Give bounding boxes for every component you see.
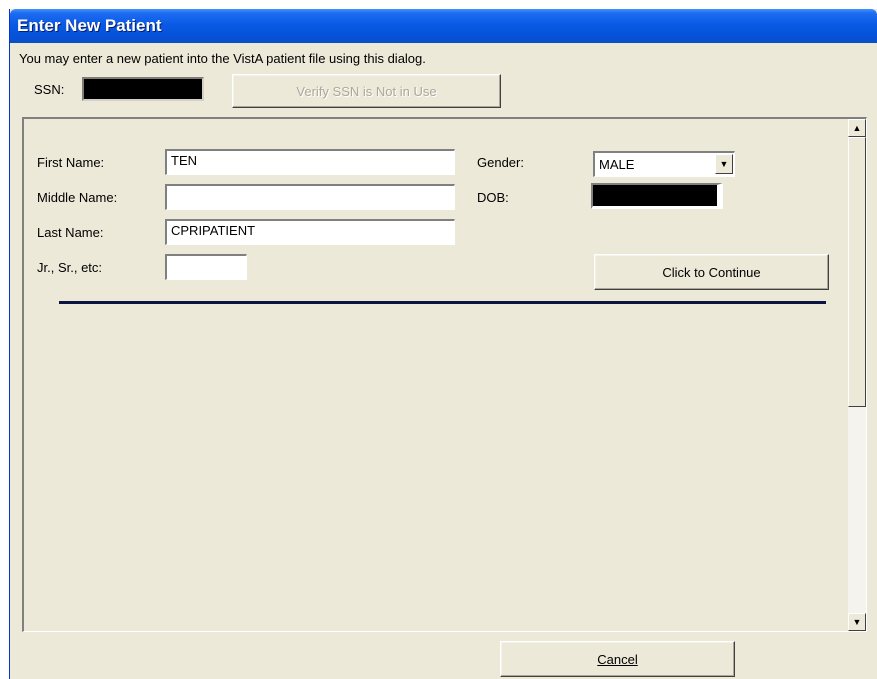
gender-value: MALE (599, 157, 635, 172)
middle-name-field[interactable] (165, 184, 455, 210)
dob-label: DOB: (477, 190, 509, 205)
scrollbar-thumb[interactable] (848, 137, 866, 407)
arrow-up-icon[interactable]: ▲ (848, 119, 866, 137)
chevron-down-icon[interactable]: ▼ (715, 154, 733, 174)
title-bar[interactable]: Enter New Patient (10, 9, 877, 43)
ssn-field[interactable] (82, 77, 204, 101)
last-name-label: Last Name: (37, 225, 104, 240)
last-name-field[interactable]: CPRIPATIENT (165, 219, 455, 245)
cancel-button-label: Cancel (597, 651, 638, 667)
middle-name-label: Middle Name: (37, 190, 118, 205)
first-name-label: First Name: (37, 155, 105, 170)
first-name-field[interactable]: TEN (165, 149, 455, 175)
cancel-button[interactable]: Cancel (500, 641, 735, 677)
intro-text: You may enter a new patient into the Vis… (19, 51, 426, 66)
patient-form-panel: First Name: TEN Middle Name: Last Name: … (22, 117, 867, 632)
verify-ssn-button[interactable]: Verify SSN is Not in Use (232, 74, 501, 108)
vertical-scrollbar[interactable]: ▲ ▼ (848, 119, 866, 631)
suffix-label: Jr., Sr., etc: (37, 260, 103, 275)
ssn-label: SSN: (34, 82, 65, 97)
dialog-window: Enter New Patient You may enter a new pa… (9, 9, 877, 679)
window-title: Enter New Patient (17, 16, 162, 35)
suffix-field[interactable] (165, 254, 247, 280)
form-divider (59, 301, 826, 304)
click-to-continue-button[interactable]: Click to Continue (594, 254, 829, 290)
dialog-footer: Cancel (10, 633, 877, 679)
arrow-down-icon[interactable]: ▼ (848, 613, 866, 631)
gender-select[interactable]: MALE ▼ (593, 151, 735, 177)
dob-field[interactable] (591, 183, 723, 209)
gender-label: Gender: (477, 155, 524, 170)
